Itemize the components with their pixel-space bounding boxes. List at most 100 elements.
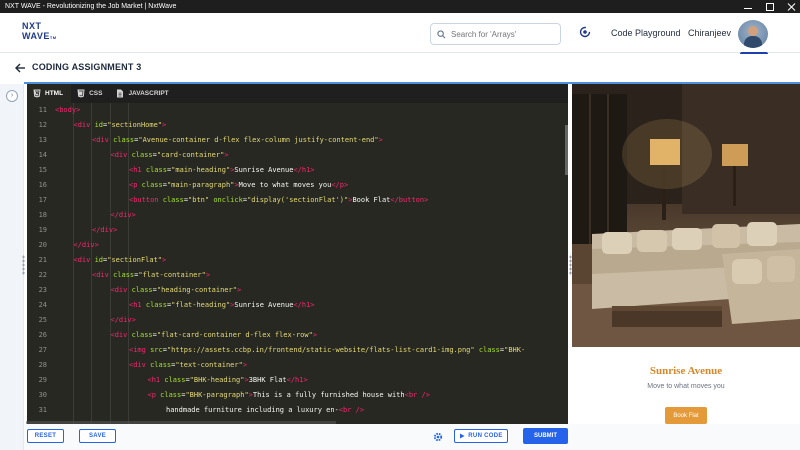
line-number: 28	[38, 361, 47, 369]
line-number: 23	[38, 286, 47, 294]
preview-paragraph: Move to what moves you	[647, 383, 725, 390]
code-line[interactable]: 16 <p class="main-paragraph">Move to what…	[27, 178, 568, 193]
code-line[interactable]: 31 handmade furniture including a luxury …	[27, 403, 568, 418]
sync-icon[interactable]	[579, 26, 591, 38]
line-code[interactable]: <div class="Avenue-container d-flex flex…	[92, 133, 383, 148]
line-code[interactable]: <button class="btn" onclick="display('se…	[129, 193, 428, 208]
code-line[interactable]: 11 <body>	[27, 103, 568, 118]
editor-tabs: HTML CSS JAVASCRIPT	[27, 84, 568, 103]
code-line[interactable]: 17 <button class="btn" onclick="display('…	[27, 193, 568, 208]
code-lines[interactable]: 11 <body> 12 <div id="sectionHome"> 13 <div c…	[27, 103, 568, 424]
submit-button[interactable]: SUBMIT	[523, 428, 568, 444]
line-code[interactable]: handmade furniture including a luxury en…	[166, 403, 364, 418]
run-code-button[interactable]: RUN CODE	[454, 429, 508, 443]
code-line[interactable]: 20 </div>	[27, 238, 568, 253]
html5-icon	[33, 89, 41, 98]
page-title: CODING ASSIGNMENT 3	[32, 62, 142, 72]
code-line[interactable]: 23 <div class="heading-container">	[27, 283, 568, 298]
output-preview[interactable]: Sunrise Avenue Move to what moves you Bo…	[572, 84, 800, 424]
window-titlebar: NXT WAVE - Revolutionizing the Job Marke…	[0, 0, 800, 13]
back-arrow-icon[interactable]	[14, 62, 26, 74]
code-line[interactable]: 24 <h1 class="flat-heading">Sunrise Avenu…	[27, 298, 568, 313]
code-line[interactable]: 28 <div class="text-container">	[27, 358, 568, 373]
code-line[interactable]: 13 <div class="Avenue-container d-flex fl…	[27, 133, 568, 148]
code-line[interactable]: 27 <img src="https://assets.ccbp.in/front…	[27, 343, 568, 358]
gear-icon[interactable]	[433, 432, 443, 442]
close-icon[interactable]	[788, 3, 796, 11]
line-code[interactable]: </div>	[74, 238, 99, 253]
search-icon	[437, 29, 446, 38]
book-flat-button[interactable]: Book Flat	[665, 407, 707, 424]
expand-icon[interactable]: ›	[6, 90, 18, 102]
line-number: 18	[38, 211, 47, 219]
line-code[interactable]: <h1 class="main-heading">Sunrise Avenue<…	[129, 163, 315, 178]
code-playground-link[interactable]: Code Playground	[611, 28, 681, 38]
code-line[interactable]: 21 <div id="sectionFlat">	[27, 253, 568, 268]
logo-line1: NXT	[22, 21, 42, 31]
tab-javascript-label: JAVASCRIPT	[128, 90, 169, 97]
tab-javascript[interactable]: JAVASCRIPT	[110, 84, 176, 103]
line-code[interactable]: <p class="BHK-paragraph">This is a fully…	[148, 388, 430, 403]
line-code[interactable]: </div>	[111, 313, 136, 328]
save-button[interactable]: SAVE	[79, 429, 116, 443]
code-editor[interactable]: HTML CSS JAVASCRIPT 11 <body> 12 <div id="s…	[27, 84, 568, 424]
line-code[interactable]: <div id="sectionFlat">	[74, 253, 167, 268]
tab-html[interactable]: HTML	[27, 84, 72, 103]
code-line[interactable]: 15 <h1 class="main-heading">Sunrise Avenu…	[27, 163, 568, 178]
reset-button[interactable]: RESET	[27, 429, 64, 443]
line-number: 27	[38, 346, 47, 354]
avatar[interactable]	[738, 20, 768, 48]
living-room-illustration	[572, 84, 800, 347]
line-code[interactable]: <div class="text-container">	[129, 358, 247, 373]
code-line[interactable]: 30 <p class="BHK-paragraph">This is a ful…	[27, 388, 568, 403]
editor-vertical-scrollbar[interactable]	[565, 125, 568, 175]
line-code[interactable]: <div class="flat-container">	[92, 268, 210, 283]
nxtwave-logo[interactable]: NXT WAVETM	[22, 21, 64, 47]
line-number: 15	[38, 166, 47, 174]
line-number: 21	[38, 256, 47, 264]
line-code[interactable]: <img src="https://assets.ccbp.in/fronten…	[129, 343, 525, 358]
username[interactable]: Chiranjeev	[688, 28, 731, 38]
logo-line2: WAVETM	[22, 31, 57, 41]
line-code[interactable]: <div class="heading-container">	[111, 283, 242, 298]
line-number: 11	[38, 106, 47, 114]
code-line[interactable]: 25 </div>	[27, 313, 568, 328]
code-line[interactable]: 22 <div class="flat-container">	[27, 268, 568, 283]
drag-handle-left[interactable]	[22, 255, 25, 275]
minimize-icon[interactable]	[744, 4, 752, 9]
tab-css[interactable]: CSS	[71, 84, 110, 103]
line-code[interactable]: <h1 class="flat-heading">Sunrise Avenue<…	[129, 298, 315, 313]
line-code[interactable]: </div>	[111, 208, 136, 223]
maximize-icon[interactable]	[766, 2, 774, 11]
tab-html-label: HTML	[45, 90, 64, 97]
line-number: 19	[38, 226, 47, 234]
line-code[interactable]: <p class="main-paragraph">Move to what m…	[129, 178, 348, 193]
avatar-body	[744, 36, 762, 48]
code-line[interactable]: 12 <div id="sectionHome">	[27, 118, 568, 133]
code-line[interactable]: 26 <div class="flat-card-container d-flex…	[27, 328, 568, 343]
line-code[interactable]: <h1 class="BHK-heading">3BHK Flat</h1>	[148, 373, 308, 388]
line-code[interactable]: <body>	[55, 103, 80, 118]
line-code[interactable]: <div class="flat-card-container d-flex f…	[111, 328, 318, 343]
line-number: 30	[38, 391, 47, 399]
breadcrumb: CODING ASSIGNMENT 3	[0, 54, 800, 82]
line-code[interactable]: </div>	[92, 223, 117, 238]
code-line[interactable]: 18 </div>	[27, 208, 568, 223]
hero-image	[572, 84, 800, 347]
window-title: NXT WAVE - Revolutionizing the Job Marke…	[5, 3, 177, 10]
code-line[interactable]: 19 </div>	[27, 223, 568, 238]
code-line[interactable]: 29 <h1 class="BHK-heading">3BHK Flat</h1>	[27, 373, 568, 388]
line-number: 14	[38, 151, 47, 159]
app-header: NXT WAVETM Code Playground Chiranjeev SM…	[0, 13, 800, 59]
line-number: 31	[38, 406, 47, 414]
line-code[interactable]: <div id="sectionHome">	[74, 118, 167, 133]
search-input[interactable]	[451, 29, 551, 39]
line-code[interactable]: <div class="card-container">	[111, 148, 229, 163]
search-box[interactable]	[430, 23, 561, 45]
run-code-label: RUN CODE	[468, 433, 503, 439]
line-number: 29	[38, 376, 47, 384]
line-number: 24	[38, 301, 47, 309]
preview-heading: Sunrise Avenue	[649, 365, 723, 377]
line-number: 12	[38, 121, 47, 129]
code-line[interactable]: 14 <div class="card-container">	[27, 148, 568, 163]
